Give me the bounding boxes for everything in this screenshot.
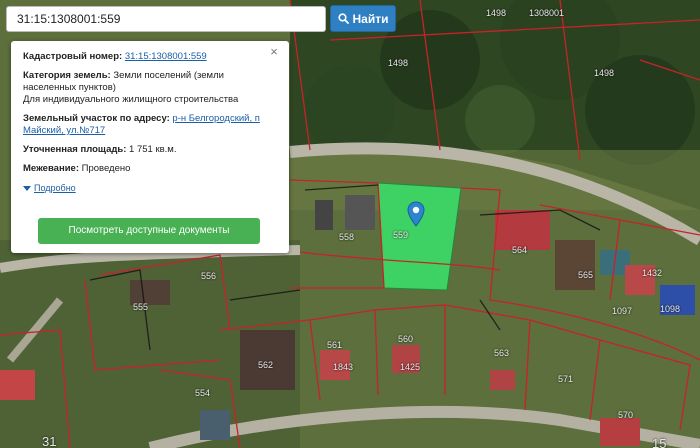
area-row: Уточненная площадь: 1 751 кв.м. — [23, 144, 277, 156]
search-input[interactable]: 31:15:1308001:559 — [6, 6, 326, 32]
plot-label-556: 556 — [201, 271, 217, 281]
survey-label: Межевание: — [23, 163, 79, 174]
cadastral-number-label: Кадастровый номер: — [23, 51, 123, 62]
address-label: Земельный участок по адресу: — [23, 113, 170, 124]
plot-label-560: 560 — [398, 334, 414, 344]
plot-label-1432: 1432 — [642, 268, 663, 278]
land-use-value: Для индивидуального жилищного строительс… — [23, 94, 239, 105]
plot-label-1425: 1425 — [400, 362, 421, 372]
parcel-info-panel: × Кадастровый номер: 31:15:1308001:559 К… — [11, 41, 289, 253]
plot-label-554: 554 — [195, 388, 211, 398]
plot-label-quarter: 1308001 — [529, 8, 565, 18]
plot-label-1498-right: 1498 — [594, 68, 615, 78]
search-icon — [337, 13, 349, 24]
plot-label-559: 559 — [393, 230, 409, 240]
search-button[interactable]: Найти — [330, 5, 396, 32]
cadastral-number-row: Кадастровый номер: 31:15:1308001:559 — [23, 51, 277, 63]
plot-label-1843: 1843 — [333, 362, 354, 372]
survey-row: Межевание: Проведено — [23, 163, 277, 175]
details-link[interactable]: Подробно — [23, 182, 277, 194]
plot-label-571: 571 — [558, 374, 574, 384]
survey-value: Проведено — [81, 163, 131, 174]
plot-label-565: 565 — [578, 270, 594, 280]
plot-label-558: 558 — [339, 232, 355, 242]
plot-label-562: 562 — [258, 360, 274, 370]
caret-down-icon — [23, 185, 31, 191]
plot-label-561: 561 — [327, 340, 343, 350]
plot-label-570: 570 — [618, 410, 634, 420]
plot-label-1498-mid: 1498 — [388, 58, 409, 68]
plot-label-563: 563 — [494, 348, 510, 358]
area-label: Уточненная площадь: — [23, 144, 127, 155]
plot-label-1097: 1097 — [612, 306, 633, 316]
plot-label-1098: 1098 — [660, 304, 681, 314]
cadastral-number-link[interactable]: 31:15:1308001:559 — [125, 51, 207, 62]
plot-label-564: 564 — [512, 245, 528, 255]
view-documents-button[interactable]: Посмотреть доступные документы — [38, 218, 260, 244]
close-icon[interactable]: × — [268, 45, 280, 58]
address-row: Земельный участок по адресу: р-н Белгоро… — [23, 113, 277, 137]
details-link-label: Подробно — [34, 183, 76, 193]
land-category-row: Категория земель: Земли поселений (земли… — [23, 70, 277, 106]
plot-label-15: 15 — [652, 436, 667, 448]
plot-label-555: 555 — [133, 302, 149, 312]
plot-label-1498-top: 1498 — [486, 8, 507, 18]
land-category-label: Категория земель: — [23, 70, 111, 81]
map-marker-icon[interactable] — [407, 201, 425, 227]
search-button-label: Найти — [352, 11, 389, 26]
plot-label-31: 31 — [42, 434, 57, 448]
area-value: 1 751 кв.м. — [129, 144, 177, 155]
